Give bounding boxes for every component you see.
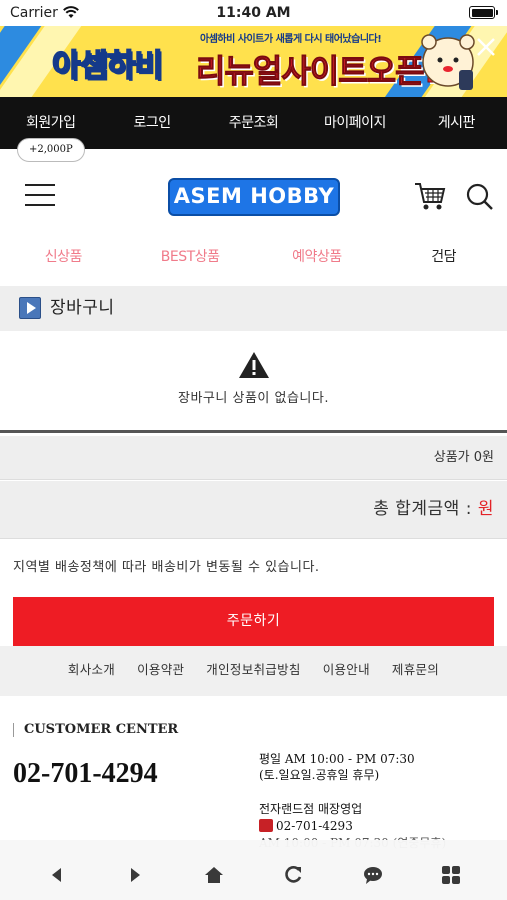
telephone-icon bbox=[259, 819, 273, 832]
tab-best-products[interactable]: BEST상품 bbox=[127, 238, 254, 276]
store-phone[interactable]: 02-701-4293 bbox=[276, 819, 353, 833]
footer-link-privacy[interactable]: 개인정보취급방침 bbox=[195, 646, 311, 696]
hours-closed-days: (토.일요일.공휴일 휴무) bbox=[259, 768, 380, 782]
mascot-illustration bbox=[421, 34, 475, 90]
signup-points-badge: +2,000P bbox=[17, 138, 85, 162]
nav-mypage[interactable]: 마이페이지 bbox=[304, 97, 405, 149]
hamburger-menu-icon[interactable] bbox=[25, 184, 55, 206]
chat-icon[interactable] bbox=[362, 864, 384, 886]
order-button[interactable]: 주문하기 bbox=[13, 597, 494, 646]
battery-icon bbox=[469, 6, 498, 19]
nav-login[interactable]: 로그인 bbox=[101, 97, 202, 149]
footer-link-terms[interactable]: 이용약관 bbox=[126, 646, 195, 696]
search-icon[interactable] bbox=[465, 182, 495, 212]
total-label: 총 합계금액 : bbox=[373, 499, 478, 519]
subtotal-label: 상품가 bbox=[433, 450, 470, 465]
footer-link-partnership[interactable]: 제휴문의 bbox=[381, 646, 450, 696]
warning-icon bbox=[239, 352, 269, 378]
banner-big-text: 리뉴얼사이트오픈! bbox=[195, 52, 438, 91]
store-phone-line: 02-701-4293 bbox=[259, 818, 446, 835]
tab-preorder-products[interactable]: 예약상품 bbox=[254, 238, 381, 276]
customer-center-label: CUSTOMER CENTER bbox=[13, 723, 178, 737]
promo-banner[interactable]: 아셈하비 아셈하비 사이트가 새롭게 다시 태어났습니다! 리뉴얼사이트오픈! bbox=[0, 26, 507, 97]
hours-weekday: 평일 AM 10:00 - PM 07:30 bbox=[259, 752, 415, 766]
nav-board[interactable]: 게시판 bbox=[406, 97, 507, 149]
play-icon bbox=[19, 297, 41, 319]
subtotal-value: 0원 bbox=[473, 450, 494, 465]
nav-order-lookup[interactable]: 주문조회 bbox=[203, 97, 304, 149]
cart-title: 장바구니 bbox=[50, 298, 115, 318]
total-row: 총 합계금액 : 원 bbox=[0, 481, 507, 539]
cart-icon[interactable] bbox=[413, 180, 447, 212]
tab-gundam[interactable]: 건담 bbox=[380, 238, 507, 276]
browser-toolbar bbox=[0, 840, 507, 900]
menu-grid-icon[interactable] bbox=[440, 864, 462, 886]
forward-icon[interactable] bbox=[124, 864, 146, 886]
back-icon[interactable] bbox=[46, 864, 68, 886]
refresh-icon[interactable] bbox=[282, 864, 304, 886]
tab-new-products[interactable]: 신상품 bbox=[0, 238, 127, 276]
subtotal-row: 상품가 0원 bbox=[0, 436, 507, 480]
close-icon[interactable] bbox=[475, 36, 497, 58]
empty-cart-message: 장바구니 상품이 없습니다. bbox=[178, 391, 329, 406]
total-text: 총 합계금액 : 원 bbox=[373, 481, 494, 537]
site-header: ASEM HOBBY bbox=[0, 160, 507, 236]
home-icon[interactable] bbox=[203, 864, 225, 886]
clock: 11:40 AM bbox=[216, 5, 291, 21]
footer-link-company[interactable]: 회사소개 bbox=[57, 646, 126, 696]
shipping-note: 지역별 배송정책에 따라 배송비가 변동될 수 있습니다. bbox=[13, 560, 320, 575]
banner-title: 아셈하비 bbox=[51, 47, 164, 85]
subtotal-text: 상품가 0원 bbox=[434, 436, 494, 480]
store-title: 전자랜드점 매장영업 bbox=[259, 802, 363, 816]
banner-small-text: 아셈하비 사이트가 새롭게 다시 태어났습니다! bbox=[200, 34, 382, 45]
site-logo[interactable]: ASEM HOBBY bbox=[168, 178, 340, 216]
footer-links: 회사소개 이용약관 개인정보취급방침 이용안내 제휴문의 bbox=[0, 646, 507, 696]
total-value: 원 bbox=[477, 499, 494, 519]
cart-section-header: 장바구니 bbox=[0, 286, 507, 331]
empty-cart-box: 장바구니 상품이 없습니다. bbox=[0, 331, 507, 433]
customer-center-hours: 평일 AM 10:00 - PM 07:30 (토.일요일.공휴일 휴무) bbox=[259, 751, 415, 783]
customer-center-phone[interactable]: 02-701-4294 bbox=[13, 758, 158, 790]
category-tabs: 신상품 BEST상품 예약상품 건담 bbox=[0, 238, 507, 276]
footer-link-guide[interactable]: 이용안내 bbox=[312, 646, 381, 696]
status-bar: Carrier 11:40 AM bbox=[0, 0, 507, 26]
